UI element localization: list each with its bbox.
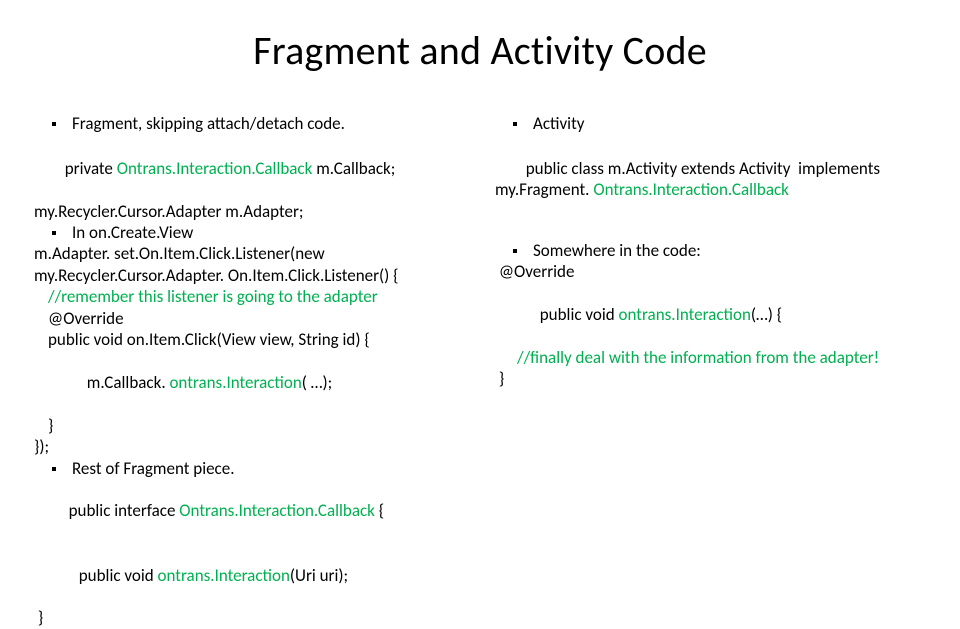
slide: Fragment and Activity Code Fragment, ski… [0,0,960,540]
bullet-item: Activity [495,113,926,134]
text: (…) { [751,304,782,325]
right-column: Activity public class m.Activity extends… [495,113,926,629]
text: (Uri uri); [290,565,348,586]
bullet-item: In on.Create.View [34,222,465,243]
code-line: } [34,607,465,628]
code-line: }); [34,436,465,457]
text: public interface [65,500,180,521]
text-green: ontrans.Interaction [169,372,301,393]
code-comment: //finally deal with the information from… [495,347,926,368]
bullet-item: Fragment, skipping attach/detach code. [34,113,465,134]
text: ; [391,158,396,179]
code-line: m.Callback. ontrans.Interaction( …); [34,350,465,414]
text: { [379,500,384,521]
left-column: Fragment, skipping attach/detach code. p… [34,113,465,629]
code-line: } [34,415,465,436]
code-line: } [495,368,926,389]
code-line: public interface Ontrans.Interaction.Cal… [34,479,465,543]
bullet-icon [52,122,56,126]
bullet-icon [513,249,517,253]
code-line: public void on.Item.Click(View view, Str… [34,329,465,350]
text: m.Callback [87,372,162,393]
code-comment: //remember this listener is going to the… [34,286,465,307]
text-green: Ontrans.Interaction.Callback [117,158,316,179]
code-line: my.Recycler.Cursor.Adapter m.Adapter; [34,201,465,222]
code-line: public void ontrans.Interaction(…) { [495,283,926,347]
text-green: Ontrans.Interaction.Callback [593,179,789,200]
bullet-text: Activity [533,113,584,134]
bullet-icon [52,231,56,235]
bullet-text: Somewhere in the code: [533,240,701,261]
bullet-text: Fragment, skipping attach/detach code. [72,113,345,134]
text-green: Ontrans.Interaction.Callback [179,500,378,521]
bullet-item: Rest of Fragment piece. [34,458,465,479]
bullet-item: Somewhere in the code: [495,240,926,261]
text: ( …); [302,372,332,393]
code-line: public class m.Activity extends Activity… [495,136,926,222]
bullet-text: In on.Create.View [72,222,193,243]
text: public void [79,565,158,586]
slide-title: Fragment and Activity Code [0,0,960,75]
code-line: @Override [34,308,465,329]
code-line: m.Adapter. set.On.Item.Click.Listener(ne… [34,243,465,286]
bullet-icon [513,122,517,126]
bullet-text: Rest of Fragment piece. [72,458,235,479]
code-line: private Ontrans.Interaction.Callback m.C… [34,136,465,200]
slide-body: Fragment, skipping attach/detach code. p… [0,75,960,629]
text: private [65,158,117,179]
text-green: ontrans.Interaction [158,565,290,586]
code-line: @Override [495,261,926,282]
text: public void [540,304,619,325]
bullet-icon [52,467,56,471]
text-green: ontrans.Interaction [619,304,751,325]
text: m.Callback [316,158,391,179]
code-line: public void ontrans.Interaction(Uri uri)… [34,543,465,607]
